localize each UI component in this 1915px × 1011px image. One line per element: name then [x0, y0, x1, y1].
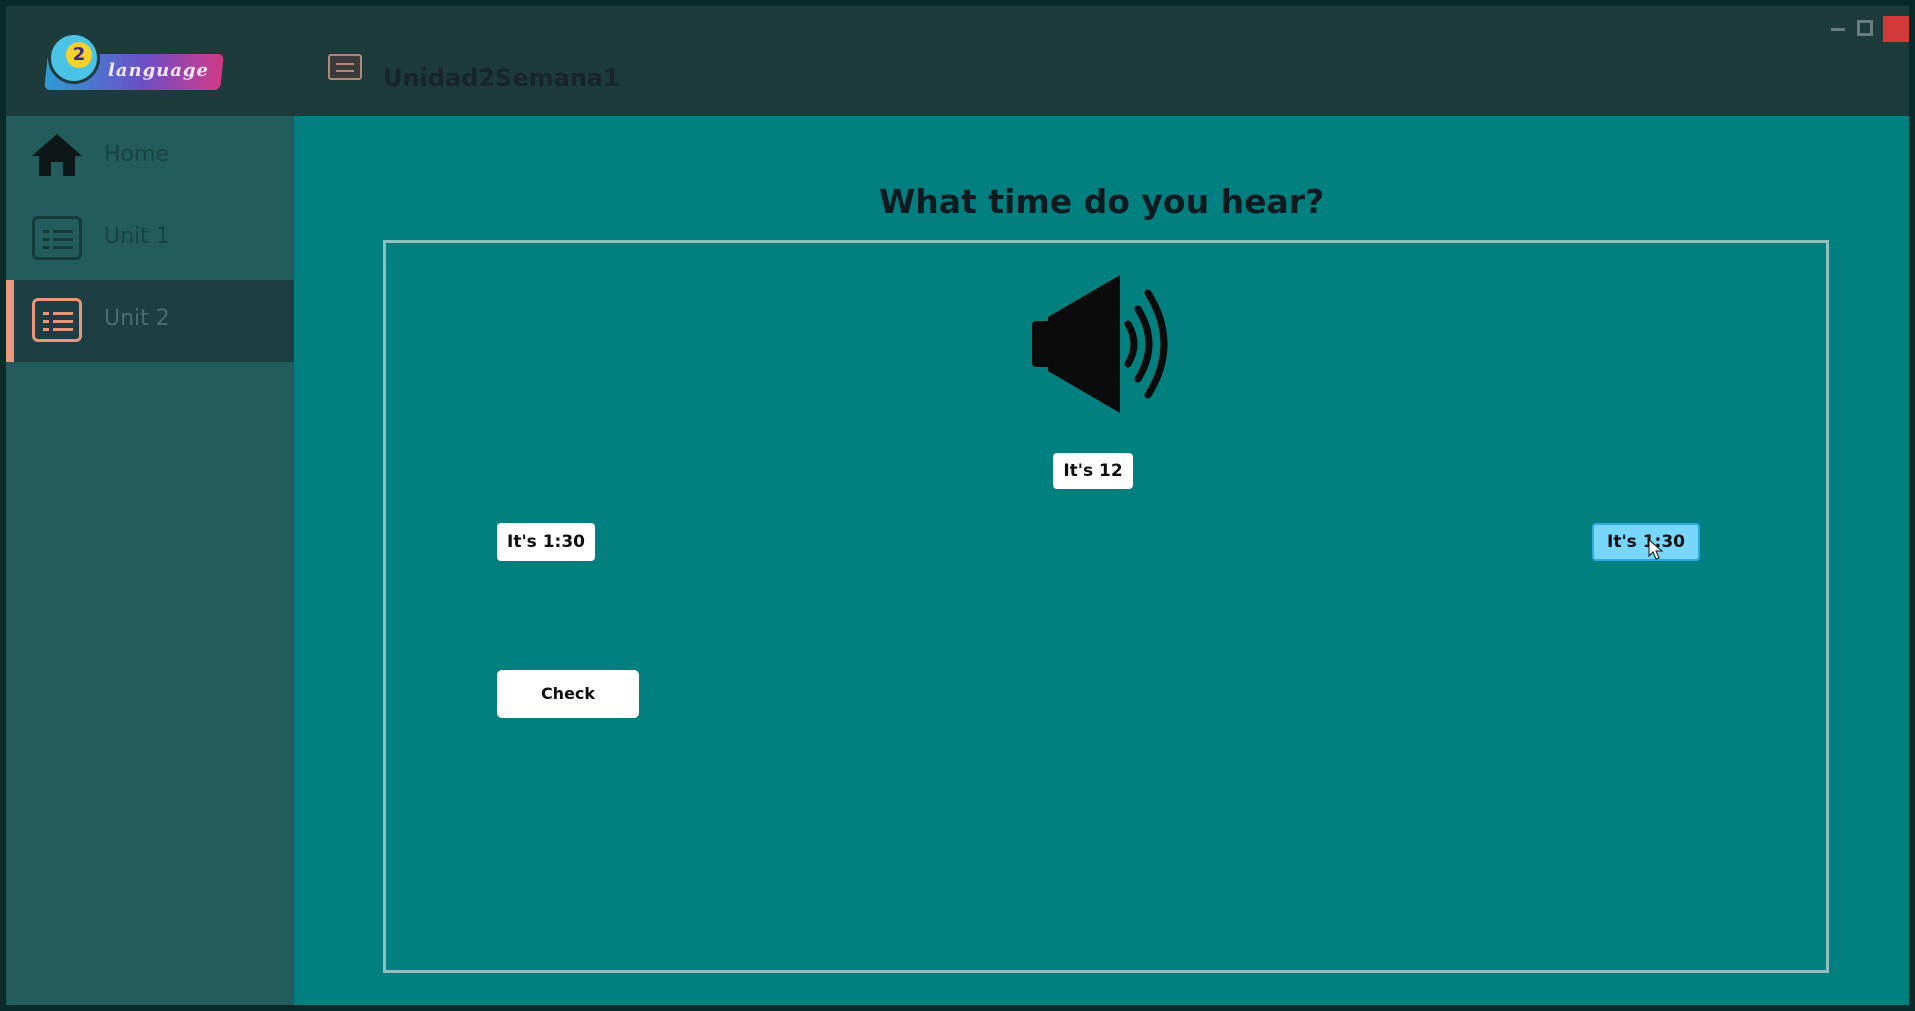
option-its-1-30-left[interactable]: It's 1:30	[497, 523, 595, 561]
app-window: 2 language Unidad2Semana1 Home Unit 1 Un…	[6, 6, 1909, 1005]
header-bar: 2 language Unidad2Semana1	[6, 6, 1909, 116]
app-logo[interactable]: 2 language	[40, 24, 224, 96]
question-heading: What time do you hear?	[878, 182, 1325, 221]
logo-number: 2	[66, 42, 92, 68]
mouse-cursor-icon	[1648, 539, 1664, 560]
logo-text: language	[108, 60, 209, 81]
option-its-1-30-right-selected[interactable]: It's 1:30	[1592, 523, 1700, 561]
option-its-12[interactable]: It's 12	[1053, 453, 1133, 489]
close-icon[interactable]	[1883, 16, 1909, 42]
window-controls	[1829, 14, 1909, 44]
check-button[interactable]: Check	[497, 670, 639, 718]
document-icon	[328, 54, 362, 80]
home-icon	[32, 134, 82, 178]
sidebar-item-label: Home	[104, 142, 169, 167]
sidebar-item-unit-1[interactable]: Unit 1	[6, 198, 294, 280]
sidebar-item-label: Unit 2	[104, 306, 170, 331]
minimize-icon[interactable]	[1831, 28, 1845, 31]
active-indicator	[6, 280, 14, 362]
sidebar-item-home[interactable]: Home	[6, 116, 294, 198]
exercise-panel: It's 12 It's 1:30 It's 1:30 Check	[383, 240, 1829, 973]
speaker-icon[interactable]	[1028, 269, 1178, 419]
list-icon	[32, 298, 82, 342]
maximize-icon[interactable]	[1857, 20, 1873, 36]
sidebar: Home Unit 1 Unit 2	[6, 116, 294, 1005]
sidebar-item-label: Unit 1	[104, 224, 170, 249]
sidebar-item-unit-2[interactable]: Unit 2	[6, 280, 294, 362]
page-title: Unidad2Semana1	[383, 64, 620, 92]
list-icon	[32, 216, 82, 260]
